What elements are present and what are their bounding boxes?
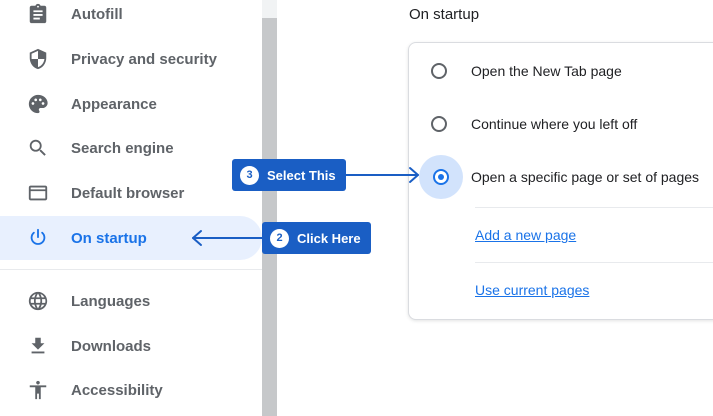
radio-label: Open a specific page or set of pages xyxy=(471,169,700,185)
sidebar-item-on-startup[interactable]: On startup xyxy=(0,216,262,260)
sidebar-item-label: Privacy and security xyxy=(71,50,217,68)
sidebar-scrollbar-thumb[interactable] xyxy=(262,18,277,416)
sidebar-item-label: Downloads xyxy=(71,337,152,355)
sidebar-item-appearance[interactable]: Appearance xyxy=(0,82,262,126)
sidebar-item-label: Search engine xyxy=(71,139,174,157)
radio-label: Continue where you left off xyxy=(471,116,638,132)
sidebar-item-label: Default browser xyxy=(71,184,185,202)
annotation-callout-click: 2 Click Here xyxy=(262,222,371,254)
radio-open-new-tab[interactable]: Open the New Tab page xyxy=(409,49,713,93)
sidebar-item-downloads[interactable]: Downloads xyxy=(0,324,262,368)
globe-icon xyxy=(27,290,49,312)
clipboard-icon xyxy=(27,3,49,25)
sidebar-item-default-browser[interactable]: Default browser xyxy=(0,171,262,215)
radio-button-selected[interactable] xyxy=(433,169,449,185)
palette-icon xyxy=(27,93,49,115)
sidebar-divider xyxy=(0,269,262,270)
add-new-page-link[interactable]: Add a new page xyxy=(475,227,576,243)
sidebar-item-privacy-and-security[interactable]: Privacy and security xyxy=(0,37,262,81)
accessibility-icon xyxy=(27,379,49,401)
sidebar-item-autofill[interactable]: Autofill xyxy=(0,0,262,36)
radio-open-specific-pages[interactable]: Open a specific page or set of pages xyxy=(409,155,713,199)
callout-text: Click Here xyxy=(297,230,361,246)
use-current-pages-link[interactable]: Use current pages xyxy=(475,282,589,298)
settings-sidebar: Autofill Privacy and security Appearance… xyxy=(0,0,262,416)
sidebar-item-label: Languages xyxy=(71,292,151,310)
sidebar-item-languages[interactable]: Languages xyxy=(0,279,262,323)
callout-text: Select This xyxy=(267,167,336,183)
power-icon xyxy=(27,227,49,249)
sidebar-item-label: On startup xyxy=(71,229,147,247)
startup-options-card: Open the New Tab page Continue where you… xyxy=(408,42,713,320)
sidebar-item-label: Autofill xyxy=(71,5,123,23)
sidebar-item-label: Accessibility xyxy=(71,381,163,399)
annotation-callout-select: 3 Select This xyxy=(232,159,346,191)
step-number-badge: 2 xyxy=(270,228,289,248)
radio-button[interactable] xyxy=(431,63,447,79)
card-divider xyxy=(475,262,713,263)
section-title: On startup xyxy=(409,6,480,23)
browser-window-icon xyxy=(27,182,49,204)
download-icon xyxy=(27,335,49,357)
step-number-badge: 3 xyxy=(240,165,259,185)
sidebar-item-label: Appearance xyxy=(71,95,157,113)
radio-label: Open the New Tab page xyxy=(471,63,622,79)
sidebar-item-search-engine[interactable]: Search engine xyxy=(0,126,262,170)
shield-icon xyxy=(27,48,49,70)
search-icon xyxy=(27,137,49,159)
sidebar-item-accessibility[interactable]: Accessibility xyxy=(0,368,262,412)
radio-continue-where-left-off[interactable]: Continue where you left off xyxy=(409,102,713,146)
card-divider xyxy=(475,207,713,208)
radio-button[interactable] xyxy=(431,116,447,132)
